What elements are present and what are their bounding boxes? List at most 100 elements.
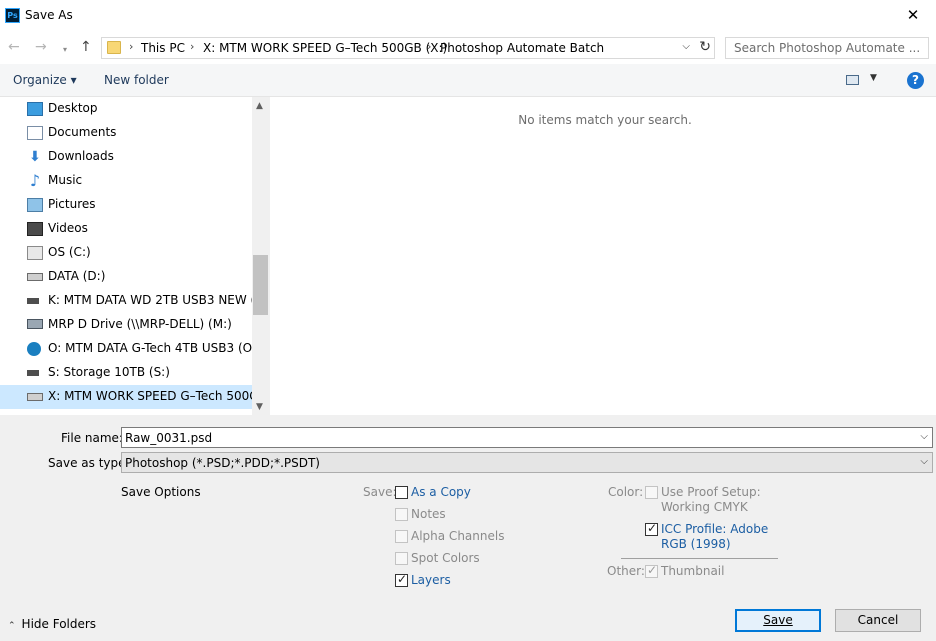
sidebar-item-label: Music	[48, 173, 83, 187]
sidebar-item-data-d[interactable]: DATA (D:)	[0, 265, 252, 289]
search-input[interactable]: Search Photoshop Automate ...	[725, 37, 929, 59]
as-a-copy-checkbox[interactable]	[395, 486, 408, 499]
breadcrumb-drive-x[interactable]: X: MTM WORK SPEED G–Tech 500GB (X:)	[203, 41, 447, 55]
new-folder-button[interactable]: New folder	[104, 73, 169, 87]
alpha-channels-checkbox	[395, 530, 408, 543]
command-toolbar: Organize ▾ New folder ▼ ?	[0, 64, 936, 97]
color-label: Color:	[608, 485, 644, 499]
view-options-chevron-icon[interactable]: ▼	[870, 73, 877, 83]
file-list[interactable]: No items match your search.	[270, 97, 936, 415]
breadcrumb-this-pc[interactable]: This PC	[141, 41, 185, 55]
notes-label: Notes	[411, 507, 446, 521]
view-options-icon[interactable]	[846, 75, 859, 85]
os-drive-icon	[27, 246, 43, 260]
empty-state-message: No items match your search.	[518, 113, 692, 127]
back-arrow-icon[interactable]: ←	[8, 39, 20, 55]
organize-menu-button[interactable]: Organize ▾	[13, 73, 77, 87]
file-name-field[interactable]: Raw_0031.psd ⌵	[121, 427, 933, 448]
sidebar-item-drive-x[interactable]: X: MTM WORK SPEED G–Tech 500GB (X:)	[0, 385, 252, 409]
photoshop-app-icon: Ps	[5, 8, 20, 23]
refresh-icon[interactable]: ↻	[699, 39, 711, 55]
address-history-chevron-icon[interactable]: ⌵	[682, 41, 690, 52]
sidebar-item-documents[interactable]: Documents	[0, 121, 252, 145]
drive-icon	[27, 273, 43, 281]
save-as-type-value: Photoshop (*.PSD;*.PDD;*.PSDT)	[125, 456, 320, 470]
icc-profile-label[interactable]: ICC Profile: Adobe	[661, 522, 768, 536]
save-button-label: Save	[763, 613, 793, 627]
sidebar-item-label: Pictures	[48, 197, 96, 211]
hide-folders-button[interactable]: ⌃ Hide Folders	[8, 617, 96, 631]
sidebar-item-label: K: MTM DATA WD 2TB USB3 NEW (K:)	[48, 293, 252, 307]
sidebar-item-drive-s[interactable]: S: Storage 10TB (S:)	[0, 361, 252, 385]
recent-locations-chevron-icon[interactable]: ▾	[63, 42, 67, 58]
as-a-copy-label[interactable]: As a Copy	[411, 485, 471, 499]
save-as-type-label: Save as type:	[48, 456, 130, 470]
checkmark-icon: ✓	[647, 521, 658, 535]
sidebar-item-music[interactable]: ♪ Music	[0, 169, 252, 193]
sidebar-item-os-c[interactable]: OS (C:)	[0, 241, 252, 265]
sidebar-item-label: MRP D Drive (\\MRP-DELL) (M:)	[48, 317, 232, 331]
save-options-heading: Save Options	[121, 485, 201, 499]
checkmark-icon: ✓	[397, 572, 408, 586]
save-label: Save:	[363, 485, 397, 499]
sidebar-item-label: O: MTM DATA G-Tech 4TB USB3 (O:)	[48, 341, 252, 355]
window-title: Save As	[25, 8, 73, 22]
save-as-type-select[interactable]: Photoshop (*.PSD;*.PDD;*.PSDT) ⌵	[121, 452, 933, 473]
address-bar[interactable]: › This PC › X: MTM WORK SPEED G–Tech 500…	[101, 37, 715, 59]
save-as-type-chevron-icon[interactable]: ⌵	[920, 456, 928, 467]
help-icon[interactable]: ?	[907, 72, 924, 89]
cancel-button[interactable]: Cancel	[835, 609, 921, 632]
sidebar-item-drive-k[interactable]: K: MTM DATA WD 2TB USB3 NEW (K:)	[0, 289, 252, 313]
file-name-chevron-icon[interactable]: ⌵	[920, 431, 928, 442]
sync-drive-icon	[27, 342, 41, 356]
sidebar-item-label: Desktop	[48, 101, 98, 115]
breadcrumb-separator-icon[interactable]: ›	[427, 40, 431, 53]
sidebar-item-videos[interactable]: Videos	[0, 217, 252, 241]
save-button[interactable]: Save	[735, 609, 821, 632]
external-drive-icon	[27, 298, 39, 304]
sidebar-item-drive-m[interactable]: MRP D Drive (\\MRP-DELL) (M:)	[0, 313, 252, 337]
alpha-channels-label: Alpha Channels	[411, 529, 505, 543]
use-proof-setup-checkbox	[645, 486, 658, 499]
sidebar-item-label: Documents	[48, 125, 117, 139]
sidebar-item-label: Downloads	[48, 149, 114, 163]
chevron-up-icon: ⌃	[8, 621, 16, 631]
cancel-button-label: Cancel	[857, 613, 899, 627]
scroll-down-icon[interactable]: ▼	[256, 402, 263, 412]
title-bar: Ps Save As ✕	[0, 0, 936, 31]
options-divider	[621, 558, 778, 559]
spot-colors-checkbox	[395, 552, 408, 565]
downloads-icon: ⬇	[29, 149, 41, 165]
icc-profile-checkbox[interactable]: ✓	[645, 521, 658, 536]
breadcrumb-current-folder[interactable]: Photoshop Automate Batch	[440, 41, 604, 55]
save-form-panel	[0, 415, 936, 641]
sidebar-item-desktop[interactable]: Desktop	[0, 97, 252, 121]
external-drive-icon	[27, 370, 39, 376]
other-label: Other:	[607, 564, 645, 578]
breadcrumb-separator-icon[interactable]: ›	[129, 40, 133, 53]
close-icon[interactable]: ✕	[890, 0, 936, 31]
use-proof-setup-profile: Working CMYK	[661, 500, 748, 514]
sidebar-item-pictures[interactable]: Pictures	[0, 193, 252, 217]
pictures-icon	[27, 198, 43, 212]
sidebar-item-label: Videos	[48, 221, 88, 235]
layers-label[interactable]: Layers	[411, 573, 451, 587]
sidebar-item-downloads[interactable]: ⬇ Downloads	[0, 145, 252, 169]
scrollbar-thumb[interactable]	[253, 255, 268, 315]
checkmark-icon: ✓	[647, 563, 658, 577]
up-arrow-icon[interactable]: ↑	[80, 39, 92, 55]
folder-icon	[107, 41, 121, 54]
desktop-icon	[27, 102, 43, 116]
sidebar-item-drive-o[interactable]: O: MTM DATA G-Tech 4TB USB3 (O:)	[0, 337, 252, 361]
documents-icon	[27, 126, 43, 140]
layers-checkbox[interactable]: ✓	[395, 572, 408, 587]
scroll-up-icon[interactable]: ▲	[256, 101, 263, 111]
navigation-pane-scrollbar[interactable]: ▲ ▼	[252, 97, 269, 415]
icc-profile-name[interactable]: RGB (1998)	[661, 537, 731, 551]
notes-checkbox	[395, 508, 408, 521]
network-drive-icon	[27, 319, 43, 329]
hide-folders-label: Hide Folders	[21, 617, 97, 631]
thumbnail-label: Thumbnail	[661, 564, 725, 578]
forward-arrow-icon[interactable]: →	[35, 39, 47, 55]
breadcrumb-separator-icon[interactable]: ›	[190, 40, 194, 53]
